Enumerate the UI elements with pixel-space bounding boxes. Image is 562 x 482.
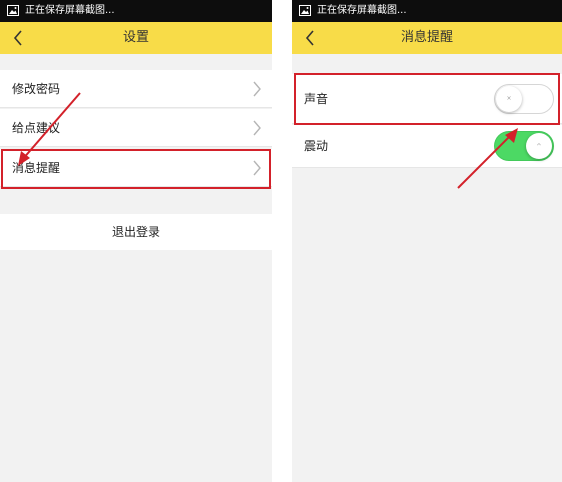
page: 正在保存屏幕截图... 设置 修改密码 给点建议 消息提醒 退出登录 正在保存屏… xyxy=(0,0,562,482)
chevron-right-icon xyxy=(253,120,261,136)
title-bar: 设置 xyxy=(0,22,272,54)
settings-screen: 正在保存屏幕截图... 设置 修改密码 给点建议 消息提醒 退出登录 xyxy=(0,0,272,482)
chevron-right-icon xyxy=(253,160,261,176)
page-title: 消息提醒 xyxy=(400,30,453,45)
setting-row-sound: 声音 × xyxy=(292,74,562,124)
status-text: 正在保存屏幕截图... xyxy=(25,5,115,16)
toggle-knob: × xyxy=(496,86,522,112)
status-text: 正在保存屏幕截图... xyxy=(317,5,407,16)
image-icon xyxy=(7,5,19,16)
logout-button[interactable]: 退出登录 xyxy=(0,214,272,250)
sound-toggle[interactable]: × xyxy=(494,84,554,114)
menu-item-label: 消息提醒 xyxy=(12,161,61,175)
status-bar: 正在保存屏幕截图... xyxy=(292,0,562,22)
vibration-toggle[interactable]: ᴖ xyxy=(494,131,554,161)
toggle-knob: ᴖ xyxy=(526,133,552,159)
menu-item-feedback[interactable]: 给点建议 xyxy=(0,109,272,147)
status-bar: 正在保存屏幕截图... xyxy=(0,0,272,22)
chevron-right-icon xyxy=(253,81,261,97)
setting-row-vibration: 震动 ᴖ xyxy=(292,125,562,168)
notifications-screen: 正在保存屏幕截图... 消息提醒 声音 × 震动 ᴖ xyxy=(292,0,562,482)
image-icon xyxy=(299,5,311,16)
title-bar: 消息提醒 xyxy=(292,22,562,54)
menu-item-message-notifications[interactable]: 消息提醒 xyxy=(0,149,272,187)
setting-label: 声音 xyxy=(304,92,329,106)
menu-item-label: 修改密码 xyxy=(12,82,61,96)
menu-item-label: 给点建议 xyxy=(12,121,61,135)
menu-item-change-password[interactable]: 修改密码 xyxy=(0,70,272,108)
setting-label: 震动 xyxy=(304,139,329,153)
page-title: 设置 xyxy=(122,30,149,45)
